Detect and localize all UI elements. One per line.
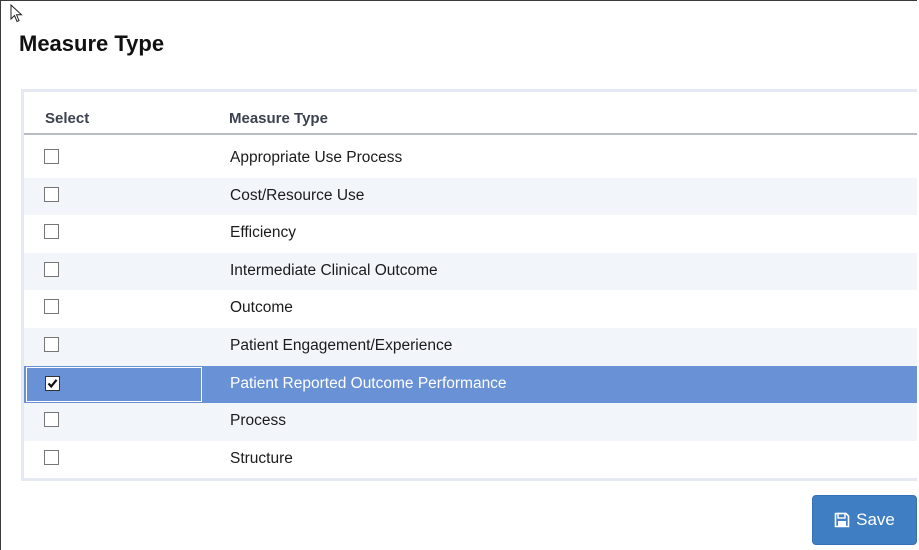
floppy-disk-icon <box>834 512 850 528</box>
select-cell <box>24 403 204 441</box>
measure-type-label: Structure <box>230 449 293 467</box>
select-cell <box>24 140 204 178</box>
save-button[interactable]: Save <box>812 495 917 545</box>
select-cell <box>24 290 204 328</box>
row-checkbox[interactable] <box>44 261 59 277</box>
table-row[interactable]: Patient Engagement/Experience <box>24 327 917 366</box>
select-cell <box>24 253 204 291</box>
row-checkbox[interactable] <box>44 224 59 240</box>
table-row[interactable]: Patient Reported Outcome Performance <box>24 365 917 404</box>
row-checkbox[interactable] <box>44 149 59 164</box>
row-checkbox[interactable] <box>44 299 59 315</box>
table-row[interactable]: Efficiency <box>24 215 917 253</box>
grid-header: Select Measure Type <box>24 104 917 135</box>
measure-type-label: Outcome <box>230 299 293 317</box>
column-header-select[interactable]: Select <box>45 110 89 127</box>
page-title: Measure Type <box>19 31 165 56</box>
row-checkbox[interactable] <box>44 449 59 465</box>
row-checkbox[interactable] <box>44 186 59 202</box>
measure-type-grid: Select Measure Type Appropriate Use Proc… <box>21 89 917 481</box>
table-row[interactable]: Intermediate Clinical Outcome <box>24 252 917 291</box>
measure-type-label: Appropriate Use Process <box>230 149 403 166</box>
select-cell <box>24 328 204 366</box>
measure-type-label: Intermediate Clinical Outcome <box>230 261 438 279</box>
row-checkbox[interactable] <box>44 336 59 352</box>
checkmark-icon <box>47 378 58 388</box>
table-row[interactable]: Cost/Resource Use <box>24 177 917 216</box>
column-header-measure-type[interactable]: Measure Type <box>229 110 328 127</box>
grid-rows: Appropriate Use Process Cost/Resource Use… <box>24 140 917 479</box>
measure-type-label: Patient Reported Outcome Performance <box>230 374 507 392</box>
measure-type-label: Cost/Resource Use <box>230 186 365 204</box>
select-cell <box>24 441 204 479</box>
table-row[interactable]: Process <box>24 403 917 441</box>
table-row[interactable]: Structure <box>24 440 917 479</box>
measure-type-label: Efficiency <box>230 224 297 242</box>
select-cell <box>24 178 204 216</box>
row-checkbox[interactable] <box>45 375 60 391</box>
select-cell <box>26 366 202 402</box>
row-checkbox[interactable] <box>44 412 59 428</box>
measure-type-label: Patient Engagement/Experience <box>230 336 453 354</box>
measure-type-label: Process <box>230 412 286 430</box>
mouse-pointer-icon <box>10 4 23 23</box>
save-button-label: Save <box>856 510 895 529</box>
table-row[interactable]: Outcome <box>24 290 917 328</box>
select-cell <box>24 215 204 253</box>
table-row[interactable]: Appropriate Use Process <box>24 140 917 178</box>
